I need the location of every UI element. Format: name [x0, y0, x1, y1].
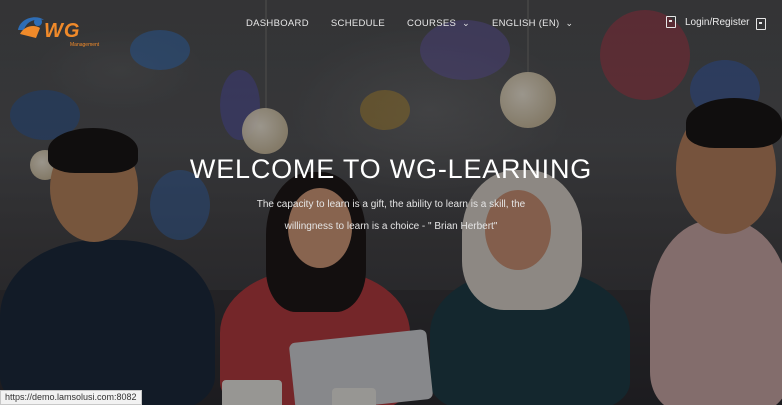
browser-status-url: https://demo.lamsolusi.com:8082: [0, 390, 142, 405]
nav-schedule-label: SCHEDULE: [330, 18, 386, 29]
top-navbar: WG Management DASHBOARD SCHEDULE COURSES…: [0, 0, 782, 52]
hero-quote: The capacity to learn is a gift, the abi…: [240, 194, 542, 238]
hero-title: WELCOME TO WG-LEARNING: [189, 154, 593, 184]
nav-courses[interactable]: COURSES ⌄: [407, 18, 470, 29]
logo-text: WG: [44, 20, 81, 42]
chevron-down-icon: ⌄: [565, 18, 574, 28]
login-icon: [666, 16, 676, 28]
nav-dashboard-label: DASHBOARD: [246, 18, 309, 29]
nav-courses-label: COURSES: [407, 18, 457, 29]
nav-language-label: ENGLISH (EN): [491, 18, 560, 29]
logo-subtext: Management: [70, 42, 100, 48]
chevron-down-icon: ⌄: [462, 18, 470, 28]
main-menu: DASHBOARD SCHEDULE COURSES ⌄ ENGLISH (EN…: [246, 18, 595, 29]
nav-dashboard[interactable]: DASHBOARD: [246, 18, 309, 29]
login-register-label: Login/Register: [685, 16, 750, 28]
nav-language[interactable]: ENGLISH (EN) ⌄: [492, 18, 573, 29]
hero-quote-line2: willingness to learn is a choice - " Bri…: [284, 221, 498, 232]
login-register-link[interactable]: Login/Register: [666, 16, 749, 28]
brand-logo[interactable]: WG Management: [14, 12, 122, 48]
hero-quote-line1: The capacity to learn is a gift, the abi…: [256, 199, 526, 210]
nav-schedule[interactable]: SCHEDULE: [331, 18, 385, 29]
signin-icon[interactable]: [756, 18, 766, 30]
